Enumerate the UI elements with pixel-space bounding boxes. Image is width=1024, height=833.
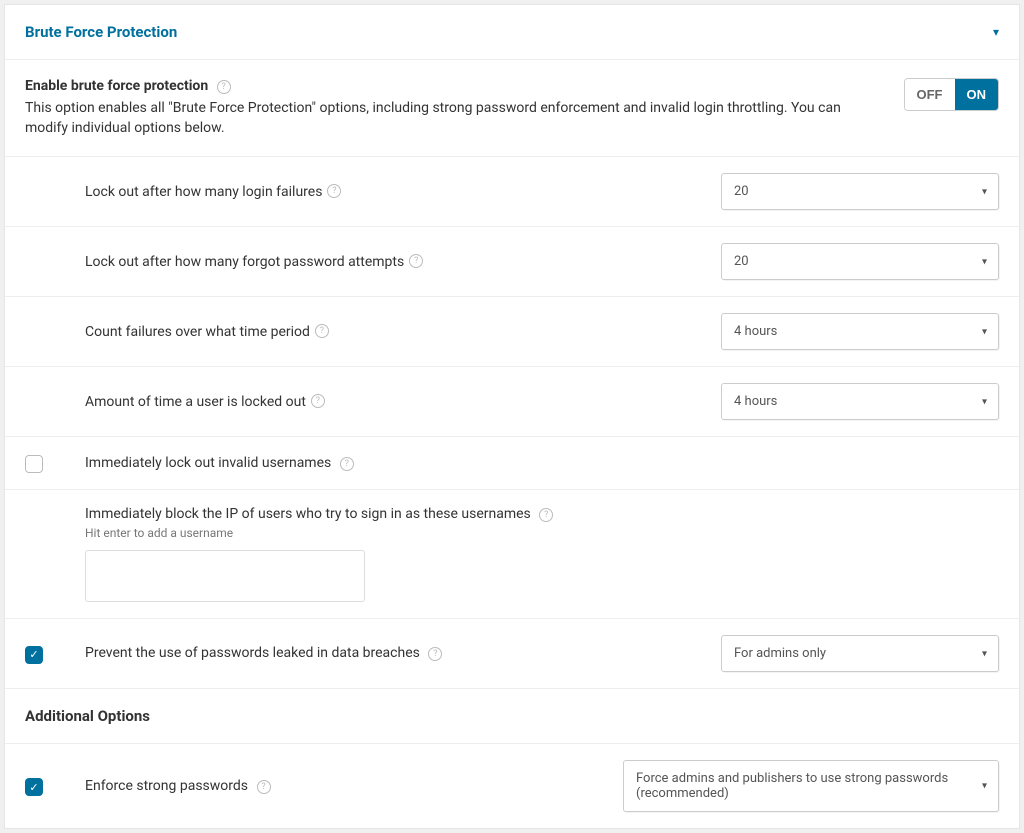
strong-passwords-select[interactable]: Force admins and publishers to use stron…	[623, 760, 999, 812]
block-ip-label-block: Immediately block the IP of users who tr…	[25, 506, 999, 602]
enable-label-block: Enable brute force protection ? This opt…	[25, 78, 904, 138]
invalid-usernames-label-block: Immediately lock out invalid usernames ?	[85, 455, 999, 472]
help-icon[interactable]: ?	[539, 508, 553, 522]
forgot-password-select[interactable]: 20 ▾	[721, 243, 999, 280]
login-failures-label-block: Lock out after how many login failures ?	[25, 184, 721, 200]
time-period-select[interactable]: 4 hours ▾	[721, 313, 999, 350]
strong-passwords-checkbox-cell: ✓	[25, 776, 85, 796]
additional-options-header: Additional Options	[5, 688, 1019, 743]
collapse-icon[interactable]: ▾	[993, 25, 999, 39]
lockout-time-row: Amount of time a user is locked out ? 4 …	[5, 366, 1019, 436]
lockout-time-label: Amount of time a user is locked out	[85, 394, 306, 410]
login-failures-row: Lock out after how many login failures ?…	[5, 156, 1019, 226]
forgot-password-value: 20	[721, 243, 999, 280]
block-ip-usernames-input[interactable]	[85, 550, 365, 602]
strong-passwords-label: Enforce strong passwords	[85, 778, 248, 794]
lockout-time-label-block: Amount of time a user is locked out ?	[25, 394, 721, 410]
panel-header[interactable]: Brute Force Protection ▾	[5, 5, 1019, 59]
time-period-value: 4 hours	[721, 313, 999, 350]
login-failures-value: 20	[721, 173, 999, 210]
time-period-label-block: Count failures over what time period ?	[25, 324, 721, 340]
leaked-passwords-label: Prevent the use of passwords leaked in d…	[85, 645, 420, 661]
invalid-usernames-checkbox[interactable]	[25, 455, 43, 473]
block-ip-hint: Hit enter to add a username	[85, 526, 233, 540]
help-icon[interactable]: ?	[311, 394, 325, 408]
enable-description: This option enables all "Brute Force Pro…	[25, 99, 884, 138]
forgot-password-row: Lock out after how many forgot password …	[5, 226, 1019, 296]
help-icon[interactable]: ?	[340, 457, 354, 471]
help-icon[interactable]: ?	[257, 780, 271, 794]
time-period-row: Count failures over what time period ? 4…	[5, 296, 1019, 366]
help-icon[interactable]: ?	[409, 254, 423, 268]
strong-passwords-row: ✓ Enforce strong passwords ? Force admin…	[5, 743, 1019, 828]
leaked-passwords-row: ✓ Prevent the use of passwords leaked in…	[5, 618, 1019, 688]
forgot-password-label: Lock out after how many forgot password …	[85, 254, 404, 270]
leaked-passwords-select[interactable]: For admins only ▾	[721, 635, 999, 672]
invalid-usernames-row: Immediately lock out invalid usernames ?	[5, 436, 1019, 489]
lockout-time-value: 4 hours	[721, 383, 999, 420]
toggle-on-button[interactable]: ON	[955, 79, 999, 110]
block-ip-label: Immediately block the IP of users who tr…	[85, 506, 531, 522]
invalid-usernames-checkbox-cell	[25, 453, 85, 473]
enable-title: Enable brute force protection	[25, 78, 208, 94]
leaked-passwords-checkbox[interactable]: ✓	[25, 646, 43, 664]
check-icon: ✓	[29, 782, 38, 793]
enable-row: Enable brute force protection ? This opt…	[5, 59, 1019, 156]
check-icon: ✓	[29, 649, 38, 660]
block-ip-row: Immediately block the IP of users who tr…	[5, 489, 1019, 618]
leaked-passwords-value: For admins only	[721, 635, 999, 672]
toggle-off-button[interactable]: OFF	[905, 79, 955, 110]
login-failures-select[interactable]: 20 ▾	[721, 173, 999, 210]
enable-toggle: OFF ON	[904, 78, 1000, 111]
lockout-time-select[interactable]: 4 hours ▾	[721, 383, 999, 420]
time-period-label: Count failures over what time period	[85, 324, 310, 340]
help-icon[interactable]: ?	[327, 184, 341, 198]
invalid-usernames-label: Immediately lock out invalid usernames	[85, 455, 331, 471]
panel-title: Brute Force Protection	[25, 23, 177, 41]
strong-passwords-label-block: Enforce strong passwords ?	[85, 778, 623, 795]
brute-force-panel: Brute Force Protection ▾ Enable brute fo…	[4, 4, 1020, 829]
help-icon[interactable]: ?	[315, 324, 329, 338]
forgot-password-label-block: Lock out after how many forgot password …	[25, 254, 721, 270]
leaked-passwords-checkbox-cell: ✓	[25, 644, 85, 664]
strong-passwords-checkbox[interactable]: ✓	[25, 778, 43, 796]
strong-passwords-value: Force admins and publishers to use stron…	[623, 760, 999, 812]
leaked-passwords-label-block: Prevent the use of passwords leaked in d…	[85, 645, 721, 662]
help-icon[interactable]: ?	[217, 80, 231, 94]
help-icon[interactable]: ?	[428, 647, 442, 661]
login-failures-label: Lock out after how many login failures	[85, 184, 322, 200]
